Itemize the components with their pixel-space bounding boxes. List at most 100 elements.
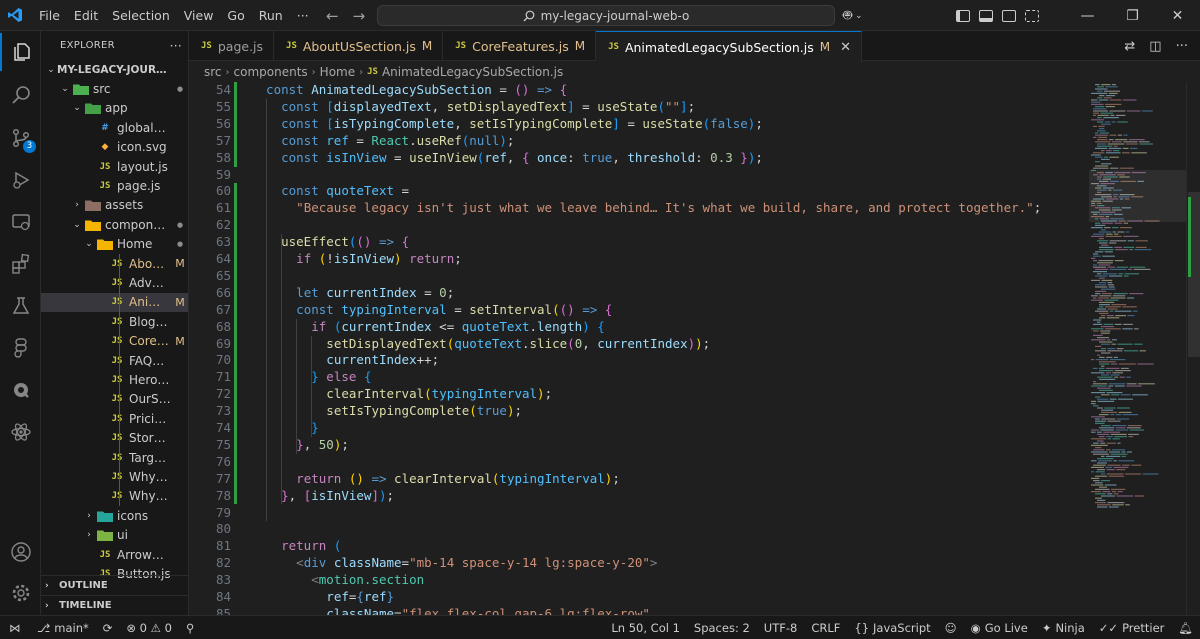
- cursor-position[interactable]: Ln 50, Col 1: [604, 621, 687, 635]
- tree-item-components[interactable]: ⌄ components ●: [41, 215, 188, 234]
- code-token: (: [469, 403, 477, 419]
- explorer-icon[interactable]: [0, 33, 41, 71]
- remote-indicator-icon[interactable]: ⋈: [0, 616, 30, 639]
- figma-icon[interactable]: [0, 329, 41, 367]
- outline-section[interactable]: › OUTLINE: [41, 575, 188, 595]
- encoding[interactable]: UTF-8: [757, 621, 805, 635]
- tree-item-ui[interactable]: › ui: [41, 526, 188, 545]
- toggle-primary-sidebar-icon[interactable]: [956, 9, 970, 22]
- breadcrumb-item[interactable]: components: [234, 65, 308, 79]
- command-center-search[interactable]: my-legacy-journal-web-o: [377, 5, 835, 26]
- modified-indicator: M: [421, 39, 433, 53]
- more-actions-icon[interactable]: ···: [170, 39, 182, 53]
- back-arrow-icon[interactable]: ←: [326, 7, 339, 25]
- split-editor-icon[interactable]: ◫: [1149, 39, 1161, 54]
- branch-indicator[interactable]: ⎇ main*: [30, 621, 96, 635]
- search-activity-icon[interactable]: [0, 76, 41, 114]
- tree-item-my-legacy-journal-we[interactable]: ⌄MY-LEGACY-JOURNAL-WE...: [41, 60, 188, 79]
- notifications-bell-icon[interactable]: 🔔︎: [1171, 621, 1200, 635]
- tree-item-pricingsectio[interactable]: JS PricingSectio...: [41, 409, 188, 428]
- tree-item-arrowbutton-js[interactable]: JS ArrowButton.js: [41, 545, 188, 564]
- code-editor[interactable]: 54 const AnimatedLegacySubSection = () =>…: [189, 82, 1089, 615]
- close-tab-icon[interactable]: ✕: [840, 40, 851, 55]
- copilot-status-icon[interactable]: ☺: [938, 621, 964, 635]
- copilot-button[interactable]: 🤖︎ ⌄: [843, 0, 863, 31]
- tree-item-src[interactable]: ⌄ src ●: [41, 79, 188, 98]
- tree-item-whychooses[interactable]: JS WhyChooseS...: [41, 467, 188, 486]
- ninja-button[interactable]: ✦ Ninja: [1035, 621, 1092, 635]
- menu-view[interactable]: View: [177, 0, 221, 31]
- react-icon[interactable]: [0, 413, 41, 451]
- code-token: (: [424, 386, 432, 402]
- indentation[interactable]: Spaces: 2: [687, 621, 757, 635]
- language-mode[interactable]: {} JavaScript: [847, 621, 937, 635]
- testing-icon[interactable]: [0, 287, 41, 325]
- extensions-icon[interactable]: [0, 245, 41, 283]
- tab-page-js[interactable]: JS page.js: [189, 31, 275, 61]
- tree-item-home[interactable]: ⌄ Home ●: [41, 235, 188, 254]
- breadcrumb-item[interactable]: AnimatedLegacySubSection.js: [382, 65, 563, 79]
- minimap-viewport[interactable]: [1089, 170, 1186, 222]
- toggle-panel-icon[interactable]: [979, 9, 993, 22]
- tree-item-advancedcap[interactable]: JS AdvancedCap...: [41, 273, 188, 292]
- minimap-line: [1119, 167, 1135, 169]
- menu-file[interactable]: File: [32, 0, 67, 31]
- tree-item-whylegacyse[interactable]: JS WhyLegacySe...: [41, 487, 188, 506]
- tree-item-storytellersse[interactable]: JS StoryTellersSe...: [41, 429, 188, 448]
- prettier-button[interactable]: ✓✓ Prettier: [1092, 621, 1172, 635]
- menu-more[interactable]: ···: [290, 0, 316, 31]
- manage-gear-icon[interactable]: [0, 574, 41, 612]
- breadcrumb-item[interactable]: Home: [320, 65, 355, 79]
- more-actions-icon[interactable]: ···: [1176, 39, 1188, 54]
- forward-arrow-icon[interactable]: →: [353, 7, 366, 25]
- tree-item-globals-css[interactable]: # globals.css: [41, 118, 188, 137]
- menu-run[interactable]: Run: [252, 0, 290, 31]
- source-control-icon[interactable]: 3: [0, 119, 41, 157]
- tree-item-assets[interactable]: › assets: [41, 196, 188, 215]
- tree-item-faqsection-js[interactable]: JS FAQSection.js: [41, 351, 188, 370]
- tree-item-herosection-js[interactable]: JS HeroSection.js: [41, 370, 188, 389]
- minimap-line: [1101, 480, 1110, 482]
- tree-item-icons[interactable]: › icons: [41, 506, 188, 525]
- tab-corefeatures-js[interactable]: JS CoreFeatures.js M: [443, 31, 597, 61]
- restore-button[interactable]: ❐: [1110, 8, 1155, 24]
- minimap-line: [1105, 372, 1111, 374]
- menu-selection[interactable]: Selection: [105, 0, 177, 31]
- breadcrumb-item[interactable]: src: [204, 65, 222, 79]
- close-window-button[interactable]: ✕: [1155, 8, 1200, 24]
- tree-item-targetaudien[interactable]: JS TargetAudien...: [41, 448, 188, 467]
- menu-edit[interactable]: Edit: [67, 0, 105, 31]
- go-live-button[interactable]: ◉ Go Live: [964, 621, 1035, 635]
- line-ending[interactable]: CRLF: [804, 621, 847, 635]
- customize-layout-icon[interactable]: [1025, 9, 1039, 22]
- timeline-section[interactable]: › TIMELINE: [41, 595, 188, 615]
- minimap-line: [1123, 134, 1128, 136]
- minimize-button[interactable]: —: [1065, 8, 1110, 24]
- code-token: typingInterval: [499, 470, 605, 486]
- explorer-title: EXPLORER: [60, 40, 115, 51]
- ports-icon[interactable]: ⚲: [179, 621, 201, 635]
- sync-icon[interactable]: ⟳: [96, 621, 120, 635]
- editor-scrollbar[interactable]: [1186, 82, 1200, 615]
- minimap-line: [1113, 145, 1118, 147]
- tree-item-blogsection-js[interactable]: JS BlogSection.js: [41, 312, 188, 331]
- tree-item-animat[interactable]: JS Animat... M: [41, 292, 188, 313]
- tree-item-app[interactable]: ⌄ app: [41, 99, 188, 118]
- problems-indicator[interactable]: ⊗ 0 ⚠ 0: [119, 621, 179, 635]
- tab-aboutussection-js[interactable]: JS AboutUsSection.js M: [274, 31, 444, 61]
- open-changes-icon[interactable]: ⇄: [1124, 39, 1135, 54]
- run-debug-icon[interactable]: [0, 161, 41, 199]
- tree-item-page-js[interactable]: JS page.js: [41, 176, 188, 195]
- query-icon[interactable]: [0, 371, 41, 409]
- account-icon[interactable]: [0, 533, 41, 571]
- tree-item-corefea[interactable]: JS CoreFea... M: [41, 332, 188, 351]
- tree-item-aboutu[interactable]: JS AboutU... M: [41, 254, 188, 273]
- toggle-secondary-sidebar-icon[interactable]: [1002, 9, 1016, 22]
- tree-item-icon-svg[interactable]: ◆ icon.svg: [41, 138, 188, 157]
- remote-explorer-icon[interactable]: [0, 203, 41, 241]
- tree-item-oursolutions[interactable]: JS OurSolutionS...: [41, 390, 188, 409]
- minimap[interactable]: [1089, 82, 1186, 615]
- tab-animatedlegacysubsection-js[interactable]: JS AnimatedLegacySubSection.js M ✕: [596, 31, 863, 62]
- menu-go[interactable]: Go: [220, 0, 251, 31]
- tree-item-layout-js[interactable]: JS layout.js: [41, 157, 188, 176]
